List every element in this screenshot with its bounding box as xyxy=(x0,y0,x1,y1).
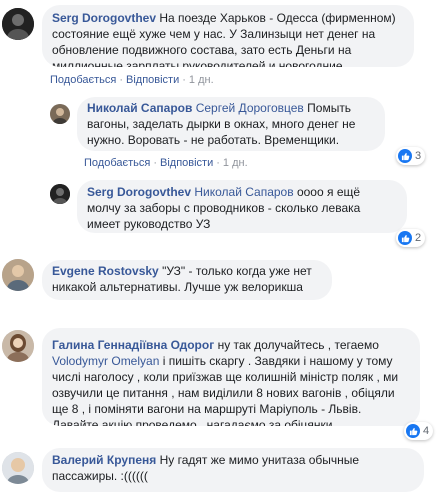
avatar[interactable] xyxy=(2,330,34,362)
profile-photo-icon xyxy=(50,104,70,124)
comment-author[interactable]: Serg Dorogovthev xyxy=(87,185,191,199)
comment-bubble: Serg Dorogovthev На поезде Харьков - Оде… xyxy=(42,5,414,67)
avatar[interactable] xyxy=(50,104,70,124)
timestamp[interactable]: 1 дн. xyxy=(223,157,248,169)
reaction-count: 2 xyxy=(415,232,422,244)
thumbs-up-icon xyxy=(398,149,412,163)
thumbs-up-icon xyxy=(398,231,412,245)
reactions-badge[interactable]: 2 xyxy=(396,229,426,247)
comment-text-intro: ну так долучайтесь , тегаемо xyxy=(217,338,379,352)
mention-link[interactable]: Сергей Дороговцев xyxy=(196,101,304,115)
comment-bubble: Валерий Крупеня Ну гадят же мимо унитаза… xyxy=(42,448,424,492)
avatar[interactable] xyxy=(2,452,34,484)
comment-author[interactable]: Николай Сапаров xyxy=(87,101,192,115)
profile-photo-icon xyxy=(2,452,34,484)
comment-3: Галина Геннадіївна Одорог ну так долучай… xyxy=(0,322,444,444)
avatar[interactable] xyxy=(50,184,70,204)
profile-photo-icon xyxy=(2,259,34,291)
reply-link[interactable]: Відповісти xyxy=(160,157,213,169)
comment-2: Evgene Rostovsky "УЗ" - только когда уже… xyxy=(0,254,444,322)
comment-author[interactable]: Валерий Крупеня xyxy=(52,453,156,467)
reply-link[interactable]: Відповісти xyxy=(126,74,179,86)
comment-author[interactable]: Evgene Rostovsky xyxy=(52,264,159,278)
reply-1: Николай Сапаров Сергей Дороговцев Помыть… xyxy=(0,92,444,174)
timestamp[interactable]: 1 дн. xyxy=(189,74,214,86)
profile-photo-icon xyxy=(50,184,70,204)
comment-bubble: Николай Сапаров Сергей Дороговцев Помыть… xyxy=(77,97,385,151)
thumbs-up-icon xyxy=(406,424,420,438)
avatar[interactable] xyxy=(2,8,34,40)
comment-actions: Подобається · Відповісти · 1 дн. xyxy=(84,157,248,169)
comment-1: Serg Dorogovthev На поезде Харьков - Оде… xyxy=(0,0,444,92)
reaction-count: 4 xyxy=(423,425,430,437)
profile-photo-icon xyxy=(2,8,34,40)
comment-bubble: Serg Dorogovthev Николай Сапаров оооо я … xyxy=(77,180,407,233)
like-link[interactable]: Подобається xyxy=(84,157,150,169)
comment-author[interactable]: Serg Dorogovthev xyxy=(52,11,156,25)
reply-2: Serg Dorogovthev Николай Сапаров оооо я … xyxy=(0,174,444,254)
reaction-count: 3 xyxy=(415,150,422,162)
comment-actions: Подобається · Відповісти · 1 дн. xyxy=(50,74,214,86)
mention-link[interactable]: Николай Сапаров xyxy=(194,185,293,199)
profile-photo-icon xyxy=(2,330,34,362)
comment-bubble: Evgene Rostovsky "УЗ" - только когда уже… xyxy=(42,260,332,300)
comment-4: Валерий Крупеня Ну гадят же мимо унитаза… xyxy=(0,444,444,492)
like-link[interactable]: Подобається xyxy=(50,74,116,86)
comment-author[interactable]: Галина Геннадіївна Одорог xyxy=(52,338,214,352)
reactions-badge[interactable]: 4 xyxy=(404,422,434,440)
reactions-badge[interactable]: 3 xyxy=(396,147,426,165)
comment-bubble: Галина Геннадіївна Одорог ну так долучай… xyxy=(42,328,420,426)
avatar[interactable] xyxy=(2,259,34,291)
mention-link[interactable]: Volodymyr Omelyan xyxy=(52,354,159,368)
